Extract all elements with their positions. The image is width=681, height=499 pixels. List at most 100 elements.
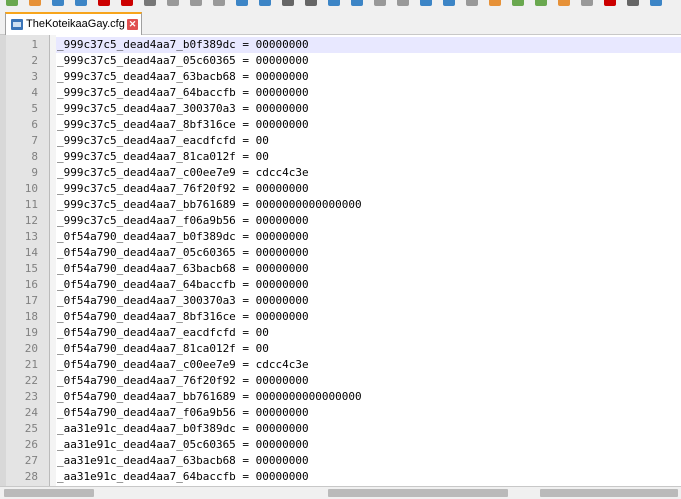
zoom-out-icon[interactable] bbox=[351, 0, 363, 6]
line-text[interactable]: _999c37c5_dead4aa7_c00ee7e9 = cdcc4c3e bbox=[57, 165, 309, 181]
line-text[interactable]: _0f54a790_dead4aa7_c00ee7e9 = cdcc4c3e bbox=[57, 357, 309, 373]
line-text[interactable]: _999c37c5_dead4aa7_63bacb68 = 00000000 bbox=[57, 69, 309, 85]
sync-h-icon[interactable] bbox=[397, 0, 409, 6]
line-content[interactable]: _999c37c5_dead4aa7_f06a9b56 = 00000000 bbox=[56, 213, 681, 229]
line-text[interactable]: _999c37c5_dead4aa7_76f20f92 = 00000000 bbox=[57, 181, 309, 197]
editor-line[interactable]: 2 _999c37c5_dead4aa7_05c60365 = 00000000 bbox=[0, 53, 681, 69]
line-text[interactable]: _aa31e91c_dead4aa7_64baccfb = 00000000 bbox=[57, 469, 309, 485]
file-tab[interactable]: TheKoteikaaGay.cfg ✕ bbox=[5, 12, 142, 35]
line-text[interactable]: _999c37c5_dead4aa7_300370a3 = 00000000 bbox=[57, 101, 309, 117]
cut-icon[interactable] bbox=[167, 0, 179, 6]
line-content[interactable]: _999c37c5_dead4aa7_eacdfcfd = 00 bbox=[56, 133, 681, 149]
editor-line[interactable]: 15 _0f54a790_dead4aa7_63bacb68 = 00000000 bbox=[0, 261, 681, 277]
line-content[interactable]: _999c37c5_dead4aa7_c00ee7e9 = cdcc4c3e bbox=[56, 165, 681, 181]
line-content[interactable]: _0f54a790_dead4aa7_81ca012f = 00 bbox=[56, 341, 681, 357]
line-text[interactable]: _0f54a790_dead4aa7_76f20f92 = 00000000 bbox=[57, 373, 309, 389]
line-text[interactable]: _999c37c5_dead4aa7_eacdfcfd = 00 bbox=[57, 133, 269, 149]
line-content[interactable]: _aa31e91c_dead4aa7_b0f389dc = 00000000 bbox=[56, 421, 681, 437]
copy-icon[interactable] bbox=[190, 0, 202, 6]
replace-icon[interactable] bbox=[305, 0, 317, 6]
redo-icon[interactable] bbox=[259, 0, 271, 6]
line-text[interactable]: _0f54a790_dead4aa7_eacdfcfd = 00 bbox=[57, 325, 269, 341]
editor-line[interactable]: 13 _0f54a790_dead4aa7_b0f389dc = 00000000 bbox=[0, 229, 681, 245]
paste-icon[interactable] bbox=[213, 0, 225, 6]
line-content[interactable]: _0f54a790_dead4aa7_300370a3 = 00000000 bbox=[56, 293, 681, 309]
editor-line[interactable]: 16 _0f54a790_dead4aa7_64baccfb = 00000000 bbox=[0, 277, 681, 293]
line-content[interactable]: _0f54a790_dead4aa7_bb761689 = 0000000000… bbox=[56, 389, 681, 405]
close-all-icon[interactable] bbox=[121, 0, 133, 6]
line-text[interactable]: _0f54a790_dead4aa7_bb761689 = 0000000000… bbox=[57, 389, 362, 405]
zoom-in-icon[interactable] bbox=[328, 0, 340, 6]
editor-line[interactable]: 28 _aa31e91c_dead4aa7_64baccfb = 00000000 bbox=[0, 469, 681, 485]
line-content[interactable]: _999c37c5_dead4aa7_76f20f92 = 00000000 bbox=[56, 181, 681, 197]
undo-icon[interactable] bbox=[236, 0, 248, 6]
line-text[interactable]: _0f54a790_dead4aa7_f06a9b56 = 00000000 bbox=[57, 405, 309, 421]
line-content[interactable]: _999c37c5_dead4aa7_8bf316ce = 00000000 bbox=[56, 117, 681, 133]
line-content[interactable]: _0f54a790_dead4aa7_76f20f92 = 00000000 bbox=[56, 373, 681, 389]
editor-line[interactable]: 11 _999c37c5_dead4aa7_bb761689 = 00000000… bbox=[0, 197, 681, 213]
editor-line[interactable]: 24 _0f54a790_dead4aa7_f06a9b56 = 00000000 bbox=[0, 405, 681, 421]
line-content[interactable]: _999c37c5_dead4aa7_300370a3 = 00000000 bbox=[56, 101, 681, 117]
line-text[interactable]: _aa31e91c_dead4aa7_63bacb68 = 00000000 bbox=[57, 453, 309, 469]
line-text[interactable]: _999c37c5_dead4aa7_81ca012f = 00 bbox=[57, 149, 269, 165]
record-icon[interactable] bbox=[604, 0, 616, 6]
line-content[interactable]: _aa31e91c_dead4aa7_05c60365 = 00000000 bbox=[56, 437, 681, 453]
editor-line[interactable]: 12 _999c37c5_dead4aa7_f06a9b56 = 00000000 bbox=[0, 213, 681, 229]
doc-map-icon[interactable] bbox=[512, 0, 524, 6]
editor-line[interactable]: 17 _0f54a790_dead4aa7_300370a3 = 00000000 bbox=[0, 293, 681, 309]
monitor-icon[interactable] bbox=[581, 0, 593, 6]
new-icon[interactable] bbox=[6, 0, 18, 6]
line-content[interactable]: _0f54a790_dead4aa7_c00ee7e9 = cdcc4c3e bbox=[56, 357, 681, 373]
stop-icon[interactable] bbox=[627, 0, 639, 6]
line-text[interactable]: _0f54a790_dead4aa7_63bacb68 = 00000000 bbox=[57, 261, 309, 277]
line-text[interactable]: _0f54a790_dead4aa7_81ca012f = 00 bbox=[57, 341, 269, 357]
editor-line[interactable]: 1 _999c37c5_dead4aa7_b0f389dc = 00000000 bbox=[0, 37, 681, 53]
editor-line[interactable]: 10 _999c37c5_dead4aa7_76f20f92 = 00000000 bbox=[0, 181, 681, 197]
play-icon[interactable] bbox=[650, 0, 662, 6]
indent-guide-icon[interactable] bbox=[466, 0, 478, 6]
line-content[interactable]: _999c37c5_dead4aa7_b0f389dc = 00000000 bbox=[56, 37, 681, 53]
line-content[interactable]: _0f54a790_dead4aa7_05c60365 = 00000000 bbox=[56, 245, 681, 261]
editor-line[interactable]: 19 _0f54a790_dead4aa7_eacdfcfd = 00 bbox=[0, 325, 681, 341]
line-content[interactable]: _0f54a790_dead4aa7_64baccfb = 00000000 bbox=[56, 277, 681, 293]
save-all-icon[interactable] bbox=[75, 0, 87, 6]
line-text[interactable]: _999c37c5_dead4aa7_64baccfb = 00000000 bbox=[57, 85, 309, 101]
editor-line[interactable]: 7 _999c37c5_dead4aa7_eacdfcfd = 00 bbox=[0, 133, 681, 149]
udl-icon[interactable] bbox=[489, 0, 501, 6]
line-text[interactable]: _999c37c5_dead4aa7_05c60365 = 00000000 bbox=[57, 53, 309, 69]
editor-line[interactable]: 20 _0f54a790_dead4aa7_81ca012f = 00 bbox=[0, 341, 681, 357]
line-text[interactable]: _0f54a790_dead4aa7_05c60365 = 00000000 bbox=[57, 245, 309, 261]
line-text[interactable]: _aa31e91c_dead4aa7_b0f389dc = 00000000 bbox=[57, 421, 309, 437]
line-text[interactable]: _999c37c5_dead4aa7_f06a9b56 = 00000000 bbox=[57, 213, 309, 229]
editor-line[interactable]: 26 _aa31e91c_dead4aa7_05c60365 = 00000000 bbox=[0, 437, 681, 453]
folder-workspace-icon[interactable] bbox=[558, 0, 570, 6]
editor-line[interactable]: 14 _0f54a790_dead4aa7_05c60365 = 00000000 bbox=[0, 245, 681, 261]
line-text[interactable]: _999c37c5_dead4aa7_bb761689 = 0000000000… bbox=[57, 197, 362, 213]
line-text[interactable]: _0f54a790_dead4aa7_64baccfb = 00000000 bbox=[57, 277, 309, 293]
all-chars-icon[interactable] bbox=[443, 0, 455, 6]
editor-line[interactable]: 6 _999c37c5_dead4aa7_8bf316ce = 00000000 bbox=[0, 117, 681, 133]
open-icon[interactable] bbox=[29, 0, 41, 6]
line-text[interactable]: _999c37c5_dead4aa7_8bf316ce = 00000000 bbox=[57, 117, 309, 133]
line-text[interactable]: _aa31e91c_dead4aa7_05c60365 = 00000000 bbox=[57, 437, 309, 453]
line-content[interactable]: _0f54a790_dead4aa7_63bacb68 = 00000000 bbox=[56, 261, 681, 277]
editor-area[interactable]: 1 _999c37c5_dead4aa7_b0f389dc = 00000000 2… bbox=[0, 37, 681, 486]
line-content[interactable]: _999c37c5_dead4aa7_bb761689 = 0000000000… bbox=[56, 197, 681, 213]
line-text[interactable]: _0f54a790_dead4aa7_b0f389dc = 00000000 bbox=[57, 229, 309, 245]
close-icon[interactable] bbox=[98, 0, 110, 6]
line-content[interactable]: _999c37c5_dead4aa7_81ca012f = 00 bbox=[56, 149, 681, 165]
editor-line[interactable]: 18 _0f54a790_dead4aa7_8bf316ce = 00000000 bbox=[0, 309, 681, 325]
save-icon[interactable] bbox=[52, 0, 64, 6]
print-icon[interactable] bbox=[144, 0, 156, 6]
editor-line[interactable]: 3 _999c37c5_dead4aa7_63bacb68 = 00000000 bbox=[0, 69, 681, 85]
editor-line[interactable]: 25 _aa31e91c_dead4aa7_b0f389dc = 00000000 bbox=[0, 421, 681, 437]
sync-v-icon[interactable] bbox=[374, 0, 386, 6]
line-text[interactable]: _0f54a790_dead4aa7_300370a3 = 00000000 bbox=[57, 293, 309, 309]
line-text[interactable]: _999c37c5_dead4aa7_b0f389dc = 00000000 bbox=[57, 37, 309, 53]
editor-line[interactable]: 22 _0f54a790_dead4aa7_76f20f92 = 00000000 bbox=[0, 373, 681, 389]
line-content[interactable]: _999c37c5_dead4aa7_05c60365 = 00000000 bbox=[56, 53, 681, 69]
line-content[interactable]: _999c37c5_dead4aa7_64baccfb = 00000000 bbox=[56, 85, 681, 101]
editor-line[interactable]: 8 _999c37c5_dead4aa7_81ca012f = 00 bbox=[0, 149, 681, 165]
wrap-icon[interactable] bbox=[420, 0, 432, 6]
line-content[interactable]: _999c37c5_dead4aa7_63bacb68 = 00000000 bbox=[56, 69, 681, 85]
